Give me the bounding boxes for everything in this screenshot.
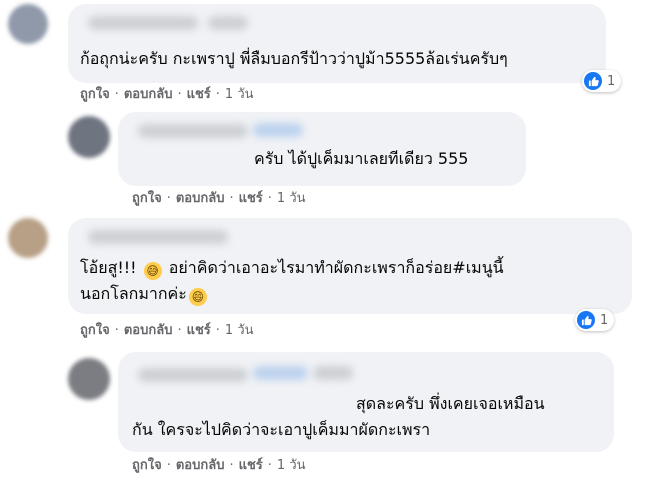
sweat-smile-emoji-icon: 😅 xyxy=(143,262,162,280)
comment-text-part: โอ้ยสู!!! xyxy=(80,258,137,277)
separator-dot: · xyxy=(215,87,220,102)
like-link[interactable]: ถูกใจ xyxy=(80,87,110,102)
commenter-name-blurred[interactable] xyxy=(138,368,248,382)
like-icon xyxy=(577,311,595,329)
commenter-name-blurred-extra xyxy=(208,16,248,30)
comment-actions: ถูกใจ · ตอบกลับ · แชร์ · 1 วัน xyxy=(132,458,306,474)
like-icon xyxy=(584,72,602,90)
separator-dot: · xyxy=(114,87,119,102)
like-link[interactable]: ถูกใจ xyxy=(80,323,110,338)
comment-text: ก้อถุกน่ะครับ กะเพราปู พี่ลืมบอกรีป้าวว่… xyxy=(80,49,508,68)
commenter-name-blurred-extra xyxy=(253,366,308,380)
comment-actions: ถูกใจ · ตอบกลับ · แชร์ · 1 วัน xyxy=(132,191,306,207)
commenter-name-blurred[interactable] xyxy=(88,16,198,30)
separator-dot: · xyxy=(114,323,119,338)
timestamp[interactable]: 1 วัน xyxy=(277,458,306,473)
share-link[interactable]: แชร์ xyxy=(187,323,211,338)
comment-text-line-1: โอ้ยสู!!! 😅 อย่าคิดว่าเอาอะไรมาทำผัดกะเพ… xyxy=(80,256,504,280)
commenter-avatar[interactable] xyxy=(8,4,48,44)
commenter-avatar[interactable] xyxy=(8,218,48,258)
comment-bubble xyxy=(68,4,606,83)
separator-dot: · xyxy=(166,191,171,206)
like-link[interactable]: ถูกใจ xyxy=(132,191,162,206)
commenter-name-blurred[interactable] xyxy=(88,230,228,244)
commenter-avatar[interactable] xyxy=(68,358,110,400)
separator-dot: · xyxy=(267,458,272,473)
like-link[interactable]: ถูกใจ xyxy=(132,458,162,473)
commenter-name-blurred-extra xyxy=(253,123,303,137)
commenter-name-blurred[interactable] xyxy=(138,124,248,138)
comment-text-line-2: กัน ใครจะไปคิดว่าจะเอาปูเค็มมาผัดกะเพรา xyxy=(132,420,431,439)
separator-dot: · xyxy=(229,458,234,473)
comment-actions: ถูกใจ · ตอบกลับ · แชร์ · 1 วัน xyxy=(80,323,254,339)
commenter-name-blurred-extra xyxy=(313,366,353,380)
share-link[interactable]: แชร์ xyxy=(187,87,211,102)
reply-link[interactable]: ตอบกลับ xyxy=(124,87,173,102)
comment-text-line-2: นอกโลกมากค่ะ 😄 xyxy=(80,282,209,306)
share-link[interactable]: แชร์ xyxy=(239,458,263,473)
commenter-avatar[interactable] xyxy=(68,116,110,158)
reaction-count-number: 1 xyxy=(600,312,609,328)
comment-thread: ก้อถุกน่ะครับ กะเพราปู พี่ลืมบอกรีป้าวว่… xyxy=(0,0,653,480)
comment-actions: ถูกใจ · ตอบกลับ · แชร์ · 1 วัน xyxy=(80,87,254,103)
separator-dot: · xyxy=(229,191,234,206)
separator-dot: · xyxy=(215,323,220,338)
comment-text-part: อย่าคิดว่าเอาอะไรมาทำผัดกะเพราก็อร่อย#เม… xyxy=(168,258,504,277)
reply-link[interactable]: ตอบกลับ xyxy=(124,323,173,338)
reaction-count[interactable]: 1 xyxy=(582,70,622,92)
timestamp[interactable]: 1 วัน xyxy=(277,191,306,206)
grin-emoji-icon: 😄 xyxy=(188,288,207,306)
separator-dot: · xyxy=(267,191,272,206)
separator-dot: · xyxy=(177,323,182,338)
reaction-count-number: 1 xyxy=(607,73,616,89)
separator-dot: · xyxy=(177,87,182,102)
comment-text-line-1: สุดละครับ พึ่งเคยเจอเหมือน xyxy=(356,394,545,413)
reaction-count[interactable]: 1 xyxy=(575,309,615,331)
share-link[interactable]: แชร์ xyxy=(239,191,263,206)
timestamp[interactable]: 1 วัน xyxy=(225,323,254,338)
reply-link[interactable]: ตอบกลับ xyxy=(176,458,225,473)
comment-text-part: นอกโลกมากค่ะ xyxy=(80,284,187,303)
separator-dot: · xyxy=(166,458,171,473)
comment-text: ครับ ได้ปูเค็มมาเลยทีเดียว 555 xyxy=(254,149,469,168)
reply-link[interactable]: ตอบกลับ xyxy=(176,191,225,206)
timestamp[interactable]: 1 วัน xyxy=(225,87,254,102)
